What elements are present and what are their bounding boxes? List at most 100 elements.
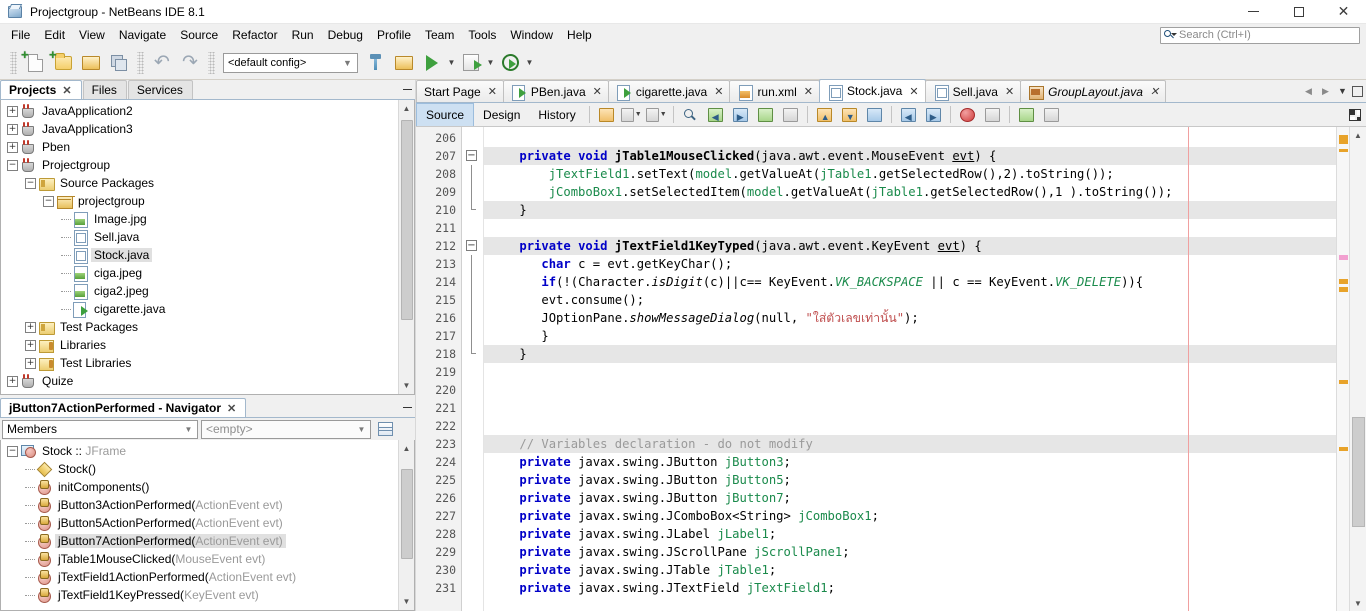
chevron-left-icon[interactable]: ◀ [1301, 83, 1316, 99]
close-icon[interactable]: ✕ [488, 85, 497, 98]
scroll-up-icon[interactable]: ▲ [1350, 127, 1366, 143]
close-icon[interactable]: ✕ [804, 85, 813, 98]
scrollbar-thumb[interactable] [400, 119, 413, 320]
editor-mode-design[interactable]: Design [474, 104, 529, 126]
redo-button[interactable]: ↷ [177, 50, 203, 76]
tab-projects[interactable]: Projects ✕ [0, 80, 82, 99]
editor-tab[interactable]: PBen.java ✕ [502, 80, 609, 102]
menu-help[interactable]: Help [560, 26, 599, 45]
menu-source[interactable]: Source [173, 26, 225, 45]
editor-tab[interactable]: Sell.java ✕ [924, 80, 1022, 102]
code-line[interactable]: private javax.swing.JButton jButton3; [484, 453, 1336, 471]
toggle-highlight-button[interactable] [754, 104, 777, 125]
find-next-button[interactable]: ▶ [729, 104, 752, 125]
menu-file[interactable]: File [4, 26, 37, 45]
start-macro-recording-button[interactable] [956, 104, 979, 125]
rect-select-button[interactable] [779, 104, 802, 125]
editor-tab[interactable]: Stock.java ✕ [819, 79, 926, 102]
toolbar-grip-3[interactable] [208, 51, 215, 74]
menu-window[interactable]: Window [503, 26, 560, 45]
expand-icon[interactable]: + [7, 123, 18, 135]
menu-navigate[interactable]: Navigate [112, 26, 173, 45]
shift-left-button[interactable]: ◀ [897, 104, 920, 125]
collapse-fold-icon[interactable]: − [466, 240, 477, 251]
run-project-button[interactable] [419, 50, 445, 76]
code-line[interactable]: private void jTable1MouseClicked(java.aw… [484, 147, 1336, 165]
tree-item[interactable]: ciga.jpeg [1, 264, 398, 282]
collapse-icon[interactable]: − [43, 195, 54, 207]
error-stripe-mark[interactable] [1339, 255, 1348, 260]
code-line[interactable]: private javax.swing.JButton jButton5; [484, 471, 1336, 489]
toggle-split-button[interactable] [1344, 104, 1366, 126]
fold-cell[interactable]: − [462, 147, 483, 165]
expand-icon[interactable]: + [25, 339, 36, 351]
expand-icon[interactable]: + [7, 141, 18, 153]
tab-services[interactable]: Services [127, 80, 193, 99]
editor-tab[interactable]: cigarette.java ✕ [607, 80, 731, 102]
search-input[interactable]: Search (Ctrl+I) [1160, 26, 1360, 44]
new-project-button[interactable]: + [49, 48, 76, 76]
debug-project-button[interactable] [458, 50, 484, 76]
menu-view[interactable]: View [72, 26, 112, 45]
tree-item[interactable]: + Test Packages [1, 318, 398, 336]
bookmark-group-button[interactable]: ▼ [645, 104, 668, 125]
save-all-button[interactable] [106, 50, 132, 76]
code-line[interactable]: char c = evt.getKeyChar(); [484, 255, 1336, 273]
chevron-down-icon[interactable]: ▼ [1335, 83, 1350, 99]
code-line[interactable]: evt.consume(); [484, 291, 1336, 309]
tree-item[interactable]: jButton5ActionPerformed(ActionEvent evt) [1, 514, 398, 532]
editor-tab[interactable]: run.xml ✕ [729, 80, 820, 102]
scroll-down-icon[interactable]: ▼ [399, 594, 414, 609]
tree-item[interactable]: − projectgroup [1, 192, 398, 210]
code-line[interactable] [484, 381, 1336, 399]
toolbar-grip[interactable] [10, 51, 17, 74]
run-dropdown-caret[interactable]: ▼ [446, 50, 457, 76]
expand-icon[interactable]: + [25, 321, 36, 333]
menu-team[interactable]: Team [418, 26, 461, 45]
editor-tab[interactable]: GroupLayout.java ✕ [1020, 80, 1167, 102]
toolbar-grip-2[interactable] [137, 51, 144, 74]
code-line[interactable] [484, 399, 1336, 417]
previous-bookmark-button[interactable]: ▲ [813, 104, 836, 125]
navigator-filter-combo[interactable]: Members ▼ [2, 419, 198, 439]
tree-item[interactable]: − Projectgroup [1, 156, 398, 174]
code-line[interactable] [484, 363, 1336, 381]
tree-item[interactable]: + Libraries [1, 336, 398, 354]
clean-build-button[interactable] [391, 50, 417, 76]
tree-item[interactable]: + Pben [1, 138, 398, 156]
tree-item[interactable]: ciga2.jpeg [1, 282, 398, 300]
close-icon[interactable]: ✕ [1150, 85, 1159, 98]
editor-mode-history[interactable]: History [529, 104, 584, 126]
scroll-up-icon[interactable]: ▲ [399, 101, 414, 116]
last-edit-button[interactable] [595, 104, 618, 125]
maximize-button[interactable] [1276, 0, 1321, 24]
scroll-down-icon[interactable]: ▼ [399, 378, 414, 393]
code-line[interactable]: private javax.swing.JLabel jLabel1; [484, 525, 1336, 543]
tree-item[interactable]: initComponents() [1, 478, 398, 496]
error-stripe-mark[interactable] [1339, 380, 1348, 384]
code-line[interactable]: private javax.swing.JComboBox<String> jC… [484, 507, 1336, 525]
next-bookmark-button[interactable]: ▼ [838, 104, 861, 125]
expand-icon[interactable]: + [7, 105, 18, 117]
undo-button[interactable]: ↶ [149, 50, 175, 76]
error-stripe[interactable] [1336, 127, 1349, 611]
tree-item[interactable]: Stock() [1, 460, 398, 478]
code-line[interactable]: private javax.swing.JScrollPane jScrollP… [484, 543, 1336, 561]
tree-item[interactable]: Stock.java [1, 246, 398, 264]
code-line[interactable]: } [484, 345, 1336, 363]
code-line[interactable]: } [484, 201, 1336, 219]
close-icon[interactable]: ✕ [593, 85, 602, 98]
code-line[interactable]: private javax.swing.JTextField jTextFiel… [484, 579, 1336, 597]
menu-profile[interactable]: Profile [370, 26, 418, 45]
fold-cell[interactable]: − [462, 237, 483, 255]
minimize-button[interactable] [1231, 0, 1276, 24]
config-combo[interactable]: <default config> ▼ [223, 52, 358, 73]
code-line[interactable] [484, 417, 1336, 435]
profile-project-button[interactable] [497, 50, 523, 76]
code-line[interactable] [484, 219, 1336, 237]
menu-refactor[interactable]: Refactor [225, 26, 284, 45]
close-icon[interactable]: ✕ [909, 85, 918, 98]
open-project-button[interactable] [78, 50, 104, 76]
build-project-button[interactable] [363, 50, 389, 76]
close-button[interactable]: ✕ [1321, 0, 1366, 24]
